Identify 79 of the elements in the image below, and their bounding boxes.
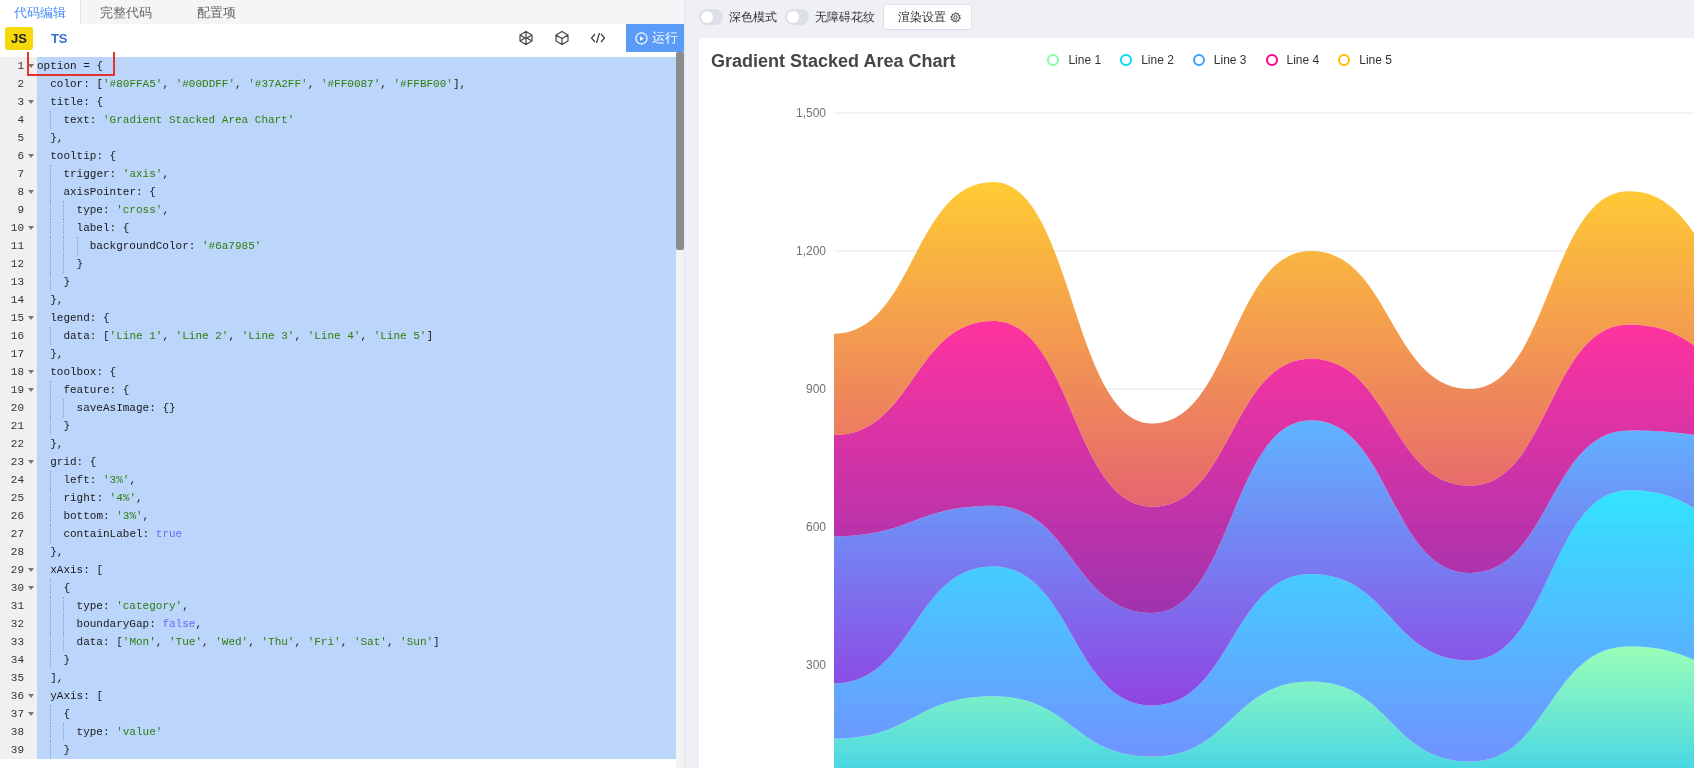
play-icon — [635, 31, 648, 45]
fold-arrow-icon[interactable] — [27, 460, 34, 464]
line-number: 20 — [10, 402, 24, 414]
line-number: 16 — [10, 330, 24, 342]
fold-arrow-icon[interactable] — [27, 154, 34, 158]
line-number: 13 — [10, 276, 24, 288]
line-number: 4 — [17, 114, 24, 126]
editor-tab[interactable]: 配置项 — [171, 0, 261, 24]
render-settings-button[interactable]: 渲染设置 — [883, 4, 972, 30]
line-number: 37 — [10, 708, 24, 720]
line-number: 11 — [10, 240, 24, 252]
fold-arrow-icon[interactable] — [27, 64, 34, 68]
line-number: 14 — [10, 294, 24, 306]
line-number: 24 — [10, 474, 24, 486]
toggle-switch[interactable] — [699, 9, 723, 25]
line-number: 36 — [10, 690, 24, 702]
axis-label: 1,200 — [795, 244, 826, 258]
line-number: 33 — [10, 636, 24, 648]
fold-arrow-icon[interactable] — [27, 712, 34, 716]
fold-arrow-icon[interactable] — [27, 226, 34, 230]
line-number: 18 — [10, 366, 24, 378]
line-number: 1 — [17, 60, 24, 72]
chart-title: Gradient Stacked Area Chart — [711, 51, 956, 72]
line-number: 21 — [10, 420, 24, 432]
line-number: 28 — [10, 546, 24, 558]
toggle-label: 深色模式 — [729, 8, 777, 26]
line-number: 6 — [17, 150, 24, 162]
line-number: 2 — [17, 78, 24, 90]
editor-tab[interactable]: 代码编辑 — [0, 0, 81, 24]
line-number: 12 — [10, 258, 24, 270]
legend-item[interactable]: Line 4 — [1265, 52, 1320, 67]
fold-arrow-icon[interactable] — [27, 370, 34, 374]
language-tab[interactable]: TS — [44, 26, 74, 50]
axis-label: 900 — [805, 382, 826, 396]
legend-item[interactable]: Line 1 — [1047, 52, 1102, 67]
editor-tab[interactable]: 完整代码 — [81, 0, 171, 24]
line-number: 34 — [10, 654, 24, 666]
fold-arrow-icon[interactable] — [27, 694, 34, 698]
line-number: 8 — [17, 186, 24, 198]
legend-item[interactable]: Line 2 — [1120, 52, 1174, 67]
legend-item[interactable]: Line 3 — [1192, 52, 1247, 67]
line-number: 17 — [10, 348, 24, 360]
line-number: 39 — [10, 744, 24, 756]
fold-arrow-icon[interactable] — [27, 100, 34, 104]
code-icon[interactable] — [590, 30, 606, 46]
line-number: 9 — [17, 204, 24, 216]
gear-icon — [950, 11, 961, 23]
line-number: 32 — [10, 618, 24, 630]
line-number: 29 — [10, 564, 24, 576]
fold-arrow-icon[interactable] — [27, 586, 34, 590]
line-number: 3 — [17, 96, 24, 108]
line-number: 31 — [10, 600, 24, 612]
line-number: 35 — [10, 672, 24, 684]
line-number: 26 — [10, 510, 24, 522]
cube-outline-icon[interactable] — [518, 30, 534, 46]
toggle-switch[interactable] — [785, 9, 809, 25]
toggle-label: 无障碍花纹 — [815, 8, 875, 26]
language-tab[interactable]: JS — [5, 26, 33, 50]
axis-label: 1,500 — [795, 106, 826, 120]
line-number: 15 — [10, 312, 24, 324]
fold-arrow-icon[interactable] — [27, 568, 34, 572]
line-number: 25 — [10, 492, 24, 504]
line-number: 30 — [10, 582, 24, 594]
legend-item[interactable]: Line 5 — [1338, 52, 1392, 67]
cube-icon[interactable] — [554, 30, 570, 46]
fold-arrow-icon[interactable] — [27, 388, 34, 392]
line-number: 19 — [10, 384, 24, 396]
scrollbar-thumb[interactable] — [676, 52, 684, 250]
line-number: 23 — [10, 456, 24, 468]
line-number: 27 — [10, 528, 24, 540]
line-number: 22 — [10, 438, 24, 450]
fold-arrow-icon[interactable] — [27, 316, 34, 320]
line-number: 7 — [17, 168, 24, 180]
axis-label: 300 — [805, 658, 826, 672]
axis-label: 600 — [805, 520, 826, 534]
line-number: 38 — [10, 726, 24, 738]
fold-arrow-icon[interactable] — [27, 190, 34, 194]
line-number: 10 — [10, 222, 24, 234]
line-number: 5 — [17, 132, 24, 144]
